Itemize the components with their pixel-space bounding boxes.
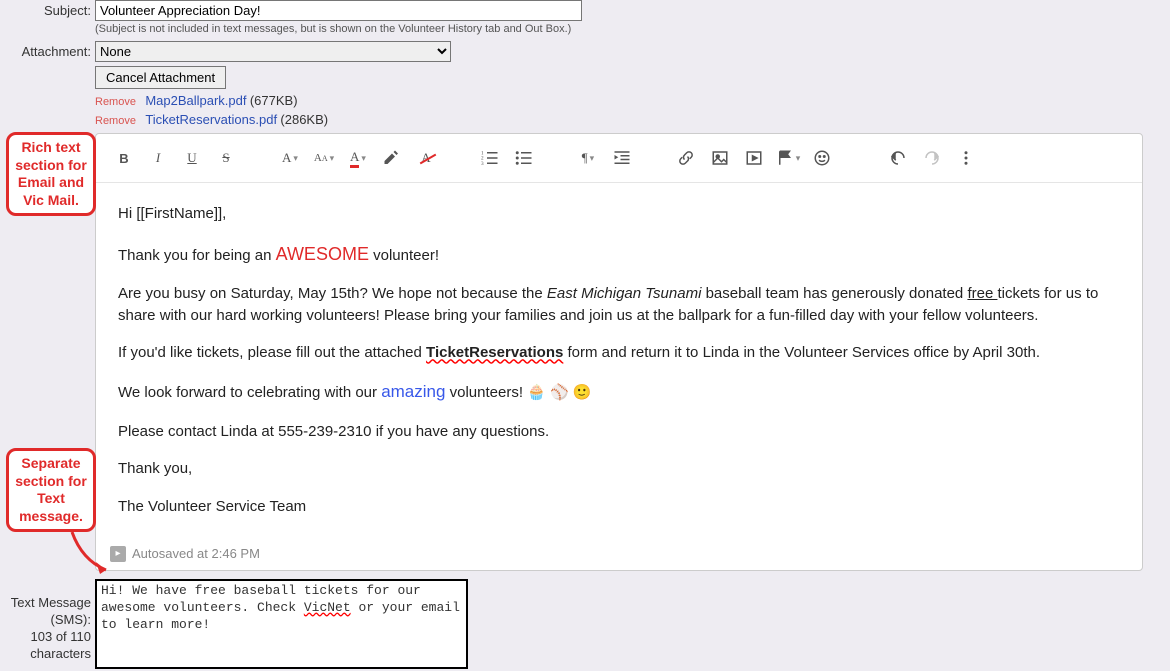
sms-count: 103 of 110 bbox=[0, 629, 91, 646]
msg-text: We look forward to celebrating with our bbox=[118, 384, 381, 401]
indent-icon[interactable] bbox=[606, 142, 638, 174]
more-icon[interactable] bbox=[950, 142, 982, 174]
msg-text: Thank you, bbox=[118, 460, 192, 477]
msg-emoji: 🧁 ⚾ 🙂 bbox=[527, 384, 591, 401]
msg-greeting: Hi [[FirstName]], bbox=[118, 205, 226, 222]
emoji-icon[interactable] bbox=[806, 142, 838, 174]
highlight-icon[interactable] bbox=[376, 142, 408, 174]
ordered-list-icon[interactable]: 123 bbox=[474, 142, 506, 174]
font-size-icon[interactable]: AA bbox=[308, 142, 340, 174]
msg-text: If you'd like tickets, please fill out t… bbox=[118, 344, 426, 361]
msg-text: volunteers! bbox=[445, 384, 527, 401]
strike-icon[interactable]: S bbox=[210, 142, 242, 174]
underline-icon[interactable]: U bbox=[176, 142, 208, 174]
font-color-icon[interactable]: A bbox=[342, 142, 374, 174]
attachment-name: Map2Ballpark.pdf bbox=[145, 93, 246, 108]
subject-help: (Subject is not included in text message… bbox=[95, 21, 1170, 39]
attachment-select[interactable]: None bbox=[95, 41, 451, 62]
bold-icon[interactable]: B bbox=[108, 142, 140, 174]
editor-toolbar: B I U S A AA A A 123 ¶ bbox=[96, 134, 1142, 183]
callout-richtext: Rich text section for Email and Vic Mail… bbox=[6, 132, 96, 216]
image-icon[interactable] bbox=[704, 142, 736, 174]
sms-vicnet: VicNet bbox=[304, 600, 351, 615]
cancel-attachment-button[interactable]: Cancel Attachment bbox=[95, 66, 226, 89]
msg-free: free bbox=[967, 285, 997, 302]
msg-ticketres: TicketReservations bbox=[426, 344, 563, 361]
unordered-list-icon[interactable] bbox=[508, 142, 540, 174]
video-icon[interactable] bbox=[738, 142, 770, 174]
sms-count2: characters bbox=[0, 646, 91, 663]
link-icon[interactable] bbox=[670, 142, 702, 174]
editor-container: B I U S A AA A A 123 ¶ bbox=[95, 133, 1143, 571]
sms-label2: (SMS): bbox=[0, 612, 91, 629]
sms-textarea[interactable]: Hi! We have free baseball tickets for ou… bbox=[95, 579, 468, 669]
msg-text: Thank you for being an bbox=[118, 247, 276, 264]
sms-label: Text Message bbox=[0, 595, 91, 612]
font-family-icon[interactable]: A bbox=[274, 142, 306, 174]
attachment-size: (677KB) bbox=[250, 93, 298, 108]
msg-text: form and return it to Linda in the Volun… bbox=[563, 344, 1040, 361]
msg-text: Please contact Linda at 555-239-2310 if … bbox=[118, 423, 549, 440]
attachment-item: Remove TicketReservations.pdf (286KB) bbox=[95, 112, 1170, 127]
autosave-text: Autosaved at 2:46 PM bbox=[132, 546, 260, 561]
msg-text: baseball team has generously donated bbox=[701, 285, 967, 302]
msg-sig: The Volunteer Service Team bbox=[118, 498, 306, 515]
italic-icon[interactable]: I bbox=[142, 142, 174, 174]
flag-icon[interactable] bbox=[772, 142, 804, 174]
subject-input[interactable] bbox=[95, 0, 582, 21]
msg-team: East Michigan Tsunami bbox=[547, 285, 702, 302]
svg-text:3: 3 bbox=[481, 161, 484, 167]
callout-sms: Separate section for Text message. bbox=[6, 448, 96, 532]
msg-amazing: amazing bbox=[381, 382, 445, 401]
clear-format-icon[interactable]: A bbox=[410, 142, 442, 174]
paragraph-icon[interactable]: ¶ bbox=[572, 142, 604, 174]
editor-body[interactable]: Hi [[FirstName]], Thank you for being an… bbox=[96, 183, 1142, 538]
subject-label: Subject: bbox=[0, 0, 95, 18]
attachment-name: TicketReservations.pdf bbox=[145, 112, 277, 127]
undo-icon[interactable] bbox=[882, 142, 914, 174]
msg-awesome: AWESOME bbox=[276, 244, 369, 264]
save-icon: ▸ bbox=[110, 546, 126, 562]
attachment-label: Attachment: bbox=[0, 41, 95, 59]
remove-link[interactable]: Remove bbox=[95, 96, 136, 108]
msg-text: volunteer! bbox=[369, 247, 439, 264]
autosave-status: ▸ Autosaved at 2:46 PM bbox=[96, 538, 1142, 570]
remove-link[interactable]: Remove bbox=[95, 115, 136, 127]
msg-text: Are you busy on Saturday, May 15th? We h… bbox=[118, 285, 547, 302]
attachment-item: Remove Map2Ballpark.pdf (677KB) bbox=[95, 93, 1170, 108]
attachment-size: (286KB) bbox=[280, 112, 328, 127]
redo-icon[interactable] bbox=[916, 142, 948, 174]
